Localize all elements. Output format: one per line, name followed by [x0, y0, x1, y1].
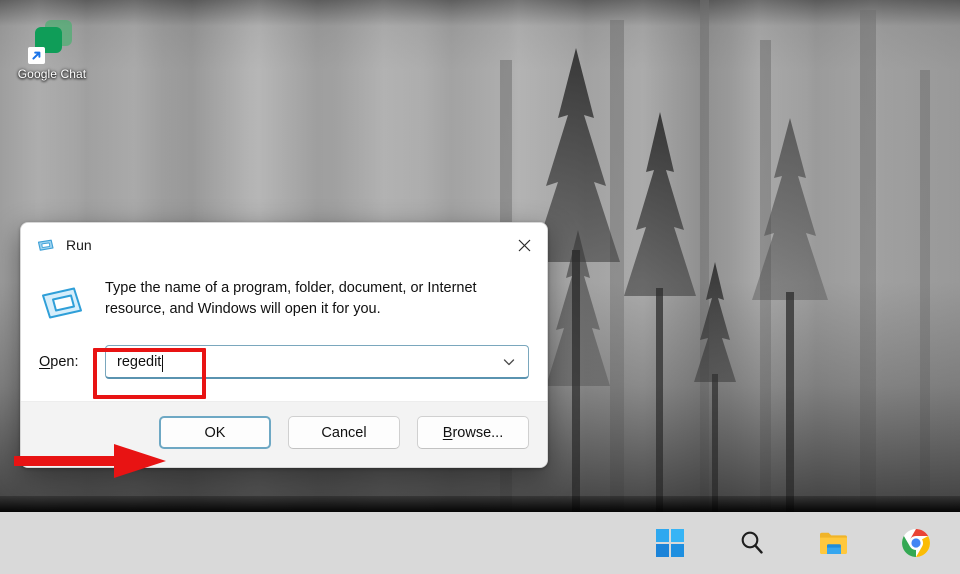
- dialog-body: Type the name of a program, folder, docu…: [21, 267, 547, 379]
- cancel-button-label: Cancel: [321, 424, 367, 441]
- start-button[interactable]: [650, 523, 690, 563]
- close-icon[interactable]: [501, 223, 547, 267]
- taskbar-top-shadow: [0, 496, 960, 512]
- open-label-suffix: pen:: [50, 354, 79, 370]
- open-combobox-wrap: regedit: [105, 345, 529, 379]
- open-input[interactable]: regedit: [105, 345, 529, 379]
- desktop-icon-label: Google Chat: [17, 67, 87, 81]
- dialog-titlebar[interactable]: Run: [21, 223, 547, 267]
- dialog-info-row: Type the name of a program, folder, docu…: [39, 277, 529, 325]
- chrome-button[interactable]: [896, 523, 936, 563]
- google-chat-icon: [28, 14, 76, 64]
- browse-button-accel: B: [442, 424, 453, 441]
- windows-logo-icon: [656, 529, 684, 557]
- open-label-accel: O: [39, 354, 51, 370]
- shortcut-arrow-icon: [28, 47, 45, 64]
- run-dialog: Run Type the name of a program, folder, …: [20, 222, 548, 468]
- search-icon: [741, 531, 763, 554]
- chrome-icon: [902, 529, 930, 557]
- ok-button-label: OK: [204, 424, 226, 441]
- cancel-button[interactable]: Cancel: [288, 416, 400, 449]
- ok-button[interactable]: OK: [159, 416, 271, 449]
- dialog-title: Run: [66, 237, 92, 253]
- open-label: Open:: [39, 354, 105, 370]
- desktop-icon-google-chat[interactable]: Google Chat: [6, 14, 98, 81]
- dialog-footer: OK Cancel Browse...: [21, 401, 547, 467]
- chevron-down-icon[interactable]: [498, 351, 520, 373]
- taskbar: [0, 512, 960, 574]
- folder-icon: [820, 532, 847, 554]
- browse-button-label: rowse...: [452, 424, 504, 441]
- desktop-screen: Google Chat Run Type the name of a progr…: [0, 0, 960, 574]
- search-button[interactable]: [732, 523, 772, 563]
- text-cursor: [162, 355, 164, 372]
- open-input-value: regedit: [117, 353, 162, 370]
- run-icon: [35, 235, 55, 255]
- file-explorer-button[interactable]: [814, 523, 854, 563]
- run-large-icon: [39, 281, 85, 325]
- open-row: Open: regedit: [39, 345, 529, 379]
- dialog-description: Type the name of a program, folder, docu…: [105, 280, 477, 317]
- browse-button[interactable]: Browse...: [417, 416, 529, 449]
